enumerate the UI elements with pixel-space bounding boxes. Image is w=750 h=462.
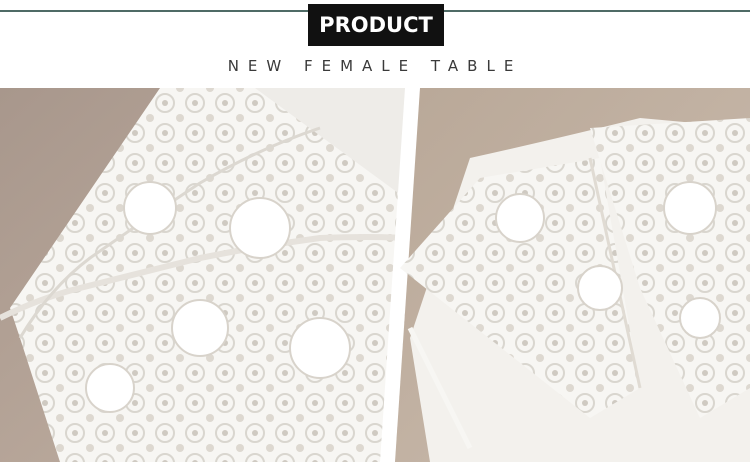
header-rule-left xyxy=(0,10,308,12)
header-rule-right xyxy=(444,10,750,12)
product-badge: PRODUCT xyxy=(308,4,444,46)
product-photos xyxy=(0,88,750,462)
product-photo-composite xyxy=(0,88,750,462)
right-photo xyxy=(395,88,750,462)
section-subtitle: NEW FEMALE TABLE xyxy=(227,57,523,75)
page-header: PRODUCT NEW FEMALE TABLE xyxy=(0,0,750,88)
left-photo xyxy=(0,88,406,462)
